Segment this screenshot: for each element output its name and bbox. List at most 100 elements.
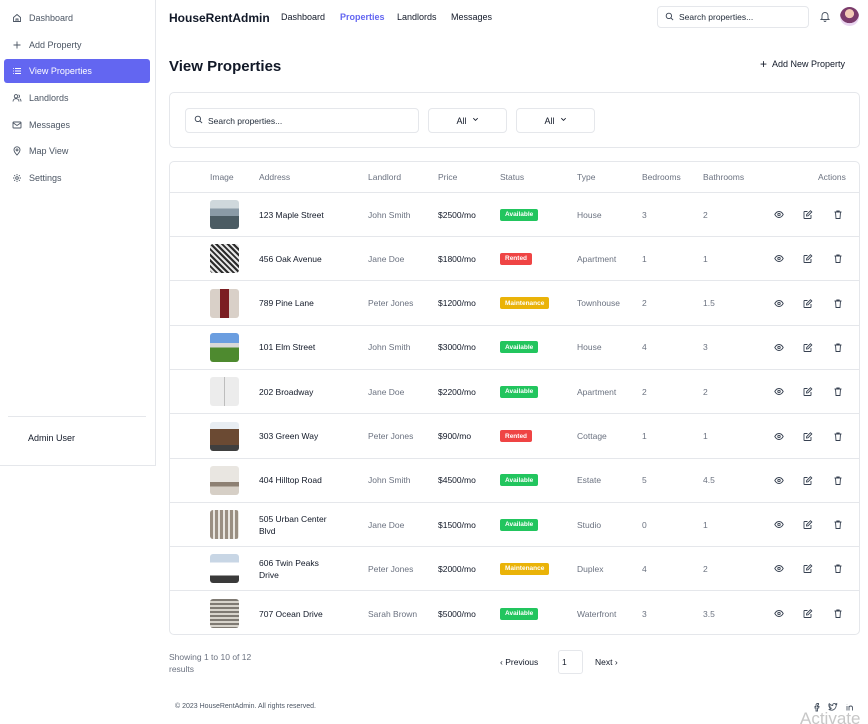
chevron-down-icon — [560, 116, 567, 125]
delete-icon[interactable] — [832, 209, 843, 220]
filter-search-input[interactable] — [208, 115, 408, 126]
delete-icon[interactable] — [832, 563, 843, 574]
delete-icon[interactable] — [832, 253, 843, 264]
page-number-input[interactable]: 1 — [558, 650, 583, 674]
status-filter-select[interactable]: All — [428, 108, 507, 133]
plus-icon — [12, 40, 22, 50]
view-icon[interactable] — [773, 298, 784, 309]
admin-user-name[interactable]: Admin User — [28, 433, 75, 443]
bathrooms-cell: 2 — [703, 563, 708, 574]
property-thumbnail — [210, 244, 239, 274]
sidebar-item-label: View Properties — [29, 66, 92, 76]
footer-copyright: © 2023 HouseRentAdmin. All rights reserv… — [175, 703, 316, 710]
top-search-input[interactable] — [679, 12, 799, 22]
delete-icon[interactable] — [832, 342, 843, 353]
price-cell: $3000/mo — [438, 342, 476, 353]
sidebar-item-add-property[interactable]: Add Property — [4, 33, 150, 57]
property-thumbnail — [210, 288, 239, 318]
edit-icon[interactable] — [802, 342, 813, 353]
delete-icon[interactable] — [832, 431, 843, 442]
delete-icon[interactable] — [832, 475, 843, 486]
sidebar-item-label: Add Property — [29, 40, 82, 50]
brand-logo[interactable]: HouseRentAdmin — [169, 11, 270, 25]
topnav-dashboard[interactable]: Dashboard — [281, 12, 325, 22]
landlord-cell: John Smith — [368, 342, 411, 353]
landlord-cell: Sarah Brown — [368, 608, 418, 619]
sidebar-item-messages[interactable]: Messages — [4, 113, 150, 137]
bathrooms-cell: 4.5 — [703, 475, 715, 486]
edit-icon[interactable] — [802, 386, 813, 397]
topnav-properties[interactable]: Properties — [340, 12, 385, 22]
bedrooms-cell: 1 — [642, 253, 647, 264]
bell-icon[interactable] — [819, 10, 831, 22]
delete-icon[interactable] — [832, 386, 843, 397]
edit-icon[interactable] — [802, 608, 813, 619]
edit-icon[interactable] — [802, 209, 813, 220]
property-thumbnail — [210, 421, 239, 451]
table-row: 202 Broadway Jane Doe $2200/mo Apartment 2 2 A… — [170, 370, 859, 415]
type-filter-select[interactable]: All — [516, 108, 595, 133]
landlord-cell: Peter Jones — [368, 431, 414, 441]
view-icon[interactable] — [773, 519, 784, 530]
previous-label: Previous — [505, 657, 539, 667]
status-filter-value: All — [456, 115, 467, 126]
view-icon[interactable] — [773, 253, 784, 264]
sidebar-item-view-properties[interactable]: View Properties — [4, 59, 150, 83]
price-cell: $1200/mo — [438, 298, 476, 309]
bedrooms-cell: 4 — [642, 342, 647, 353]
delete-icon[interactable] — [832, 519, 843, 530]
address-cell: 707 Ocean Drive — [259, 608, 323, 619]
edit-icon[interactable] — [802, 475, 813, 486]
edit-icon[interactable] — [802, 519, 813, 530]
topnav-messages[interactable]: Messages — [451, 12, 492, 22]
table-row: 303 Green Way Peter Jones $900/mo Cottage 1 1… — [170, 415, 859, 459]
view-icon[interactable] — [773, 475, 784, 486]
edit-icon[interactable] — [802, 563, 813, 574]
view-icon[interactable] — [773, 342, 784, 353]
address-cell: 404 Hilltop Road — [259, 475, 322, 486]
top-search-box[interactable] — [657, 6, 809, 28]
status-badge: Available — [500, 385, 539, 398]
bedrooms-cell: 3 — [642, 209, 647, 220]
view-icon[interactable] — [773, 563, 784, 574]
edit-icon[interactable] — [802, 431, 813, 442]
sidebar-item-label: Dashboard — [29, 13, 74, 23]
avatar[interactable] — [840, 7, 859, 26]
bathrooms-cell: 3.5 — [703, 608, 715, 619]
bathrooms-cell: 1 — [703, 431, 708, 441]
type-cell: House — [577, 342, 602, 353]
sidebar-item-landlords[interactable]: Landlords — [4, 86, 150, 110]
table-row: 456 Oak Avenue Jane Doe $1800/mo Apartment 1… — [170, 237, 859, 282]
address-cell: 123 Maple Street — [259, 209, 324, 220]
type-cell: Duplex — [577, 563, 604, 574]
column-header-address: Address — [259, 172, 291, 182]
type-cell: Apartment — [577, 386, 617, 397]
bedrooms-cell: 2 — [642, 298, 647, 309]
add-new-property-button[interactable]: + Add New Property — [760, 58, 845, 70]
type-cell: Cottage — [577, 431, 607, 441]
gear-icon — [12, 173, 22, 183]
delete-icon[interactable] — [832, 298, 843, 309]
edit-icon[interactable] — [802, 253, 813, 264]
view-icon[interactable] — [773, 608, 784, 619]
view-icon[interactable] — [773, 209, 784, 220]
status-badge: Available — [500, 341, 539, 354]
previous-page-button[interactable]: ‹ Previous — [500, 657, 538, 667]
sidebar-item-map-view[interactable]: Map View — [4, 139, 150, 163]
activation-watermark: Activate — [800, 709, 861, 724]
price-cell: $2200/mo — [438, 386, 476, 397]
view-icon[interactable] — [773, 431, 784, 442]
view-icon[interactable] — [773, 386, 784, 397]
landlord-cell: Jane Doe — [368, 386, 405, 397]
edit-icon[interactable] — [802, 298, 813, 309]
pagination-summary: Showing 1 to 10 of 12 results — [169, 652, 252, 674]
filter-search-box[interactable] — [185, 108, 419, 133]
sidebar-item-dashboard[interactable]: Dashboard — [4, 6, 150, 30]
address-cell: 303 Green Way — [259, 431, 319, 441]
sidebar-item-settings[interactable]: Settings — [4, 166, 150, 190]
chevron-right-icon: › — [614, 657, 618, 667]
next-page-button[interactable]: Next › — [595, 657, 618, 667]
delete-icon[interactable] — [832, 608, 843, 619]
bedrooms-cell: 2 — [642, 386, 647, 397]
topnav-landlords[interactable]: Landlords — [397, 12, 437, 22]
